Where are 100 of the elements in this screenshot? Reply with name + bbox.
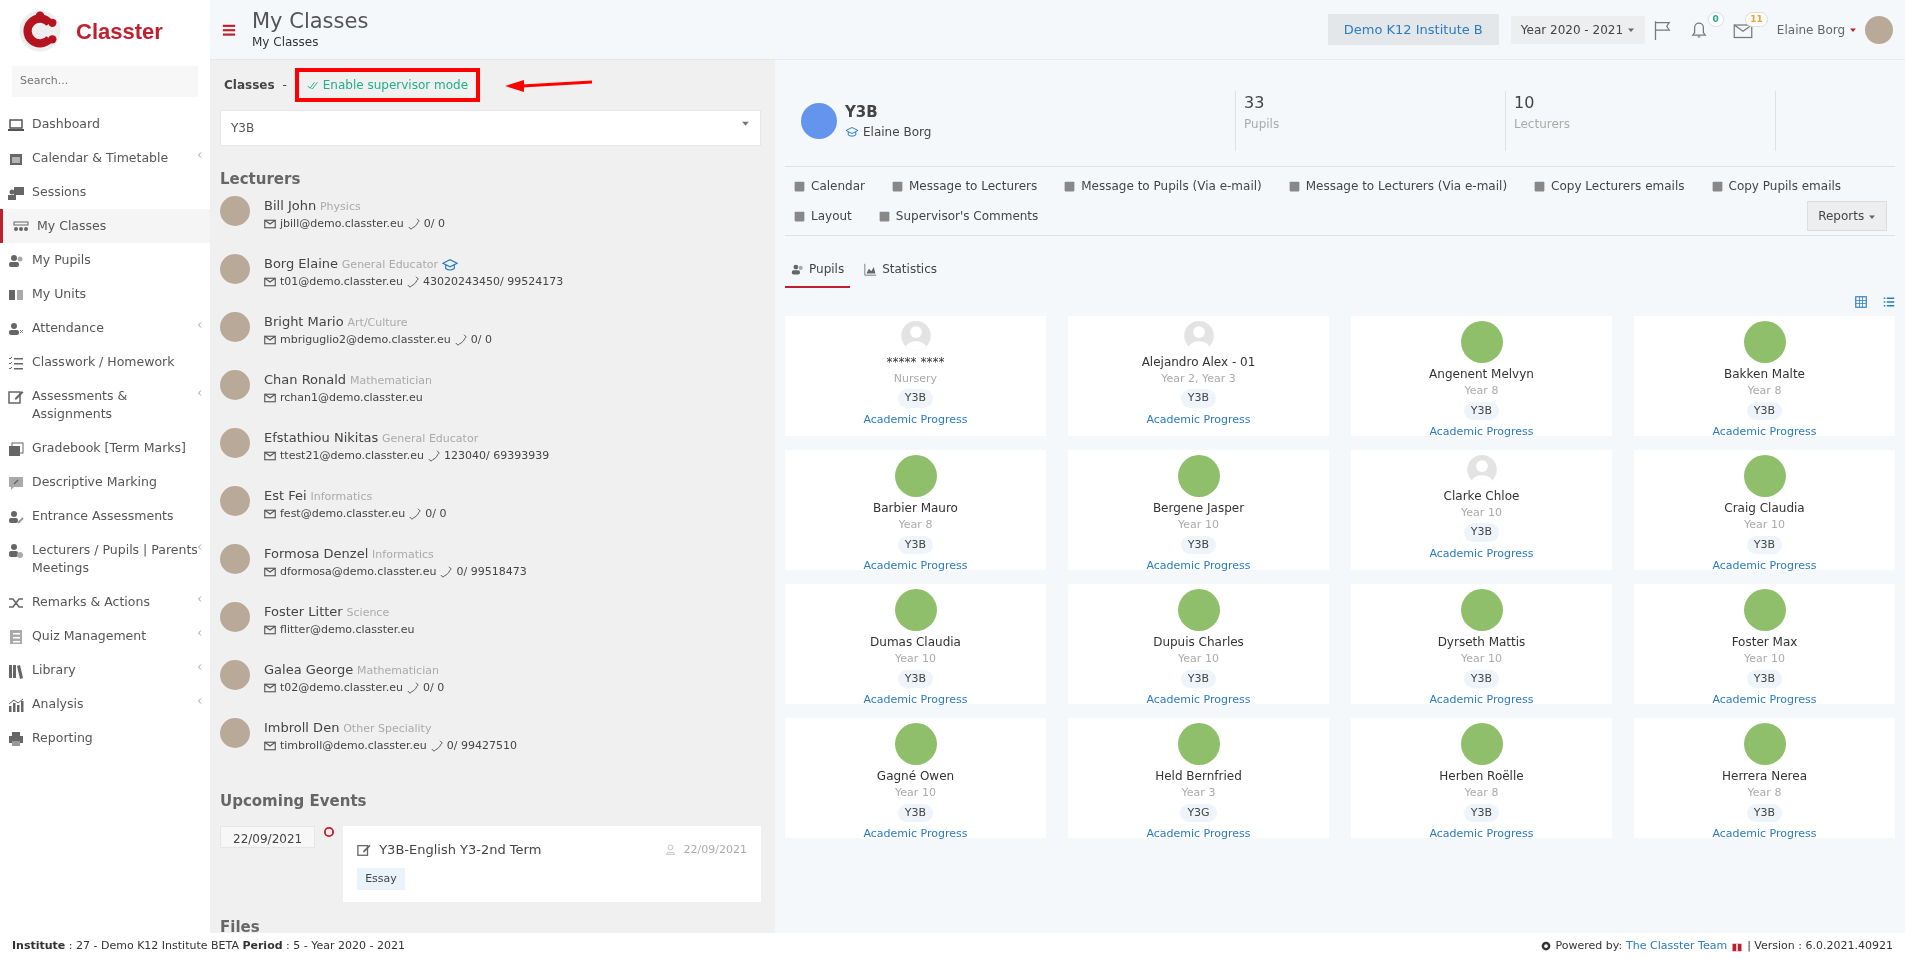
sidebar-item[interactable]: Classwork / Homework [0, 344, 210, 379]
email-text: timbroll@demo.classter.eu [280, 737, 427, 754]
reports-button[interactable]: Reports [1807, 201, 1887, 231]
action-link[interactable]: Copy Pupils emails [1710, 171, 1842, 201]
lecturer-specialty: Science [346, 606, 390, 619]
action-link[interactable]: Message to Pupils (Via e-mail) [1063, 171, 1262, 201]
team-link[interactable]: The Classter Team [1626, 937, 1728, 955]
progress-link[interactable]: Academic Progress [863, 692, 968, 709]
lecturer-name: Est Fei [264, 488, 307, 503]
lecturer-name: Imbroll Den [264, 720, 340, 735]
event-card[interactable]: Y3B-English Y3-2nd Term 22/09/2021 Essay [343, 826, 761, 902]
pupil-year: Year 8 [898, 517, 933, 533]
tab[interactable]: Pupils [785, 252, 851, 288]
bar-chart-icon [8, 696, 24, 713]
progress-link[interactable]: Academic Progress [1712, 826, 1817, 843]
chevron-icon [196, 320, 204, 329]
avatar-photo [220, 660, 250, 690]
sidebar-item[interactable]: Assessments & Assignments [0, 378, 210, 431]
sidebar-item[interactable]: Analysis [0, 686, 210, 721]
separator-text: - [282, 77, 287, 94]
sidebar-item[interactable]: Descriptive Marking [0, 464, 210, 499]
lecturer-specialty: General Educator [382, 432, 479, 445]
chevron-icon [196, 594, 204, 603]
pupil-year: Year 3 [1181, 785, 1216, 801]
progress-link[interactable]: Academic Progress [1146, 558, 1251, 575]
chevron-icon [196, 696, 204, 705]
progress-link[interactable]: Academic Progress [1146, 411, 1251, 428]
email-text: rchan1@demo.classter.eu [280, 389, 423, 406]
progress-link[interactable]: Academic Progress [1712, 424, 1817, 441]
list-doc-icon [8, 628, 24, 645]
progress-link[interactable]: Academic Progress [1429, 826, 1534, 843]
action-link[interactable]: Calendar [793, 171, 865, 201]
sidebar-item[interactable]: My Pupils [0, 242, 210, 277]
phone-icon [440, 565, 453, 578]
pupil-name: Herrera Nerea [1721, 768, 1808, 785]
pupil-year: Year 2, Year 3 [1161, 370, 1236, 387]
action-link[interactable]: Message to Lecturers [890, 171, 1038, 201]
class-name: Y3B [845, 101, 879, 123]
progress-link[interactable]: Academic Progress [1429, 692, 1534, 709]
tab[interactable]: Statistics [858, 252, 944, 288]
progress-link[interactable]: Academic Progress [863, 558, 968, 575]
lecturer-specialty: Physics [320, 200, 361, 213]
action-link[interactable]: Supervisor's Comments [877, 201, 1039, 231]
sidebar-item[interactable]: Gradebook [Term Marks] [0, 430, 210, 465]
avatar-photo [220, 254, 250, 284]
action-link[interactable]: Message to Lecturers (Via e-mail) [1287, 171, 1508, 201]
pupil-year: Year 10 [1178, 651, 1219, 667]
class-avatar [801, 103, 837, 139]
phone-text: 0/ 99427510 [446, 737, 518, 754]
progress-link[interactable]: Academic Progress [863, 411, 968, 428]
grid-view-icon[interactable] [1855, 296, 1867, 308]
sidebar-item[interactable]: Remarks & Actions [0, 584, 210, 619]
sidebar-item[interactable]: Library [0, 652, 210, 687]
chevron-icon [196, 150, 204, 159]
phone-icon [454, 333, 467, 346]
action-link[interactable]: Layout [793, 201, 852, 231]
sidebar-item[interactable]: Reporting [0, 720, 210, 755]
printer-icon [8, 730, 24, 747]
phone-icon [407, 217, 420, 230]
users-icon [8, 252, 24, 269]
user-menu[interactable]: Elaine Borg [1776, 20, 1857, 39]
progress-link[interactable]: Academic Progress [863, 826, 968, 843]
classes-label: Classes [224, 77, 275, 94]
progress-link[interactable]: Academic Progress [1712, 692, 1817, 709]
chevron-icon [196, 542, 204, 551]
email-text: jbill@demo.classter.eu [280, 215, 404, 232]
progress-link[interactable]: Academic Progress [1146, 826, 1251, 843]
progress-link[interactable]: Academic Progress [1429, 545, 1534, 562]
class-dropdown[interactable]: Y3B [220, 110, 761, 146]
progress-link[interactable]: Academic Progress [1429, 424, 1534, 441]
version-text: | Version : 6.0.2021.40921 [1747, 937, 1893, 954]
page-title: My Classes [252, 8, 369, 33]
year-dropdown[interactable]: Year 2020 - 2021 [1510, 15, 1645, 44]
flag-icon[interactable] [1652, 19, 1673, 40]
pupil-year: Year 8 [1747, 383, 1782, 399]
search-field[interactable]: Search... [12, 66, 198, 97]
list-view-icon[interactable] [1883, 296, 1895, 308]
sidebar-item[interactable]: My Classes [0, 208, 210, 243]
institute-button[interactable]: Demo K12 Institute B [1327, 13, 1499, 46]
action-link[interactable]: Copy Lecturers emails [1533, 171, 1685, 201]
pupil-year: Year 10 [895, 785, 936, 801]
sidebar-item[interactable]: Calendar & Timetable [0, 140, 210, 175]
pupil-year: Year 8 [1464, 785, 1499, 801]
class-tag: Y3B [1463, 523, 1500, 542]
phone-text: 0/ 0 [470, 331, 492, 348]
sidebar-item[interactable]: Sessions [0, 174, 210, 209]
chevron-icon [196, 628, 204, 637]
pupil-name: Dumas Claudia [870, 634, 961, 651]
phone-icon [406, 681, 419, 694]
sidebar-item[interactable]: Dashboard [0, 106, 210, 141]
menu-icon[interactable] [222, 22, 236, 37]
progress-link[interactable]: Academic Progress [1712, 558, 1817, 575]
sidebar-item[interactable]: Entrance Assessments [0, 498, 210, 533]
sidebar-item[interactable]: Lecturers / Pupils | Parents Meetings [0, 532, 210, 585]
pupil-name: Bakken Malte [1724, 366, 1805, 383]
sidebar-item[interactable]: Attendance [0, 310, 210, 345]
sidebar-item[interactable]: Quiz Management [0, 618, 210, 653]
progress-link[interactable]: Academic Progress [1146, 692, 1251, 709]
class-tag: Y3B [897, 535, 934, 554]
sidebar-item[interactable]: My Units [0, 276, 210, 311]
